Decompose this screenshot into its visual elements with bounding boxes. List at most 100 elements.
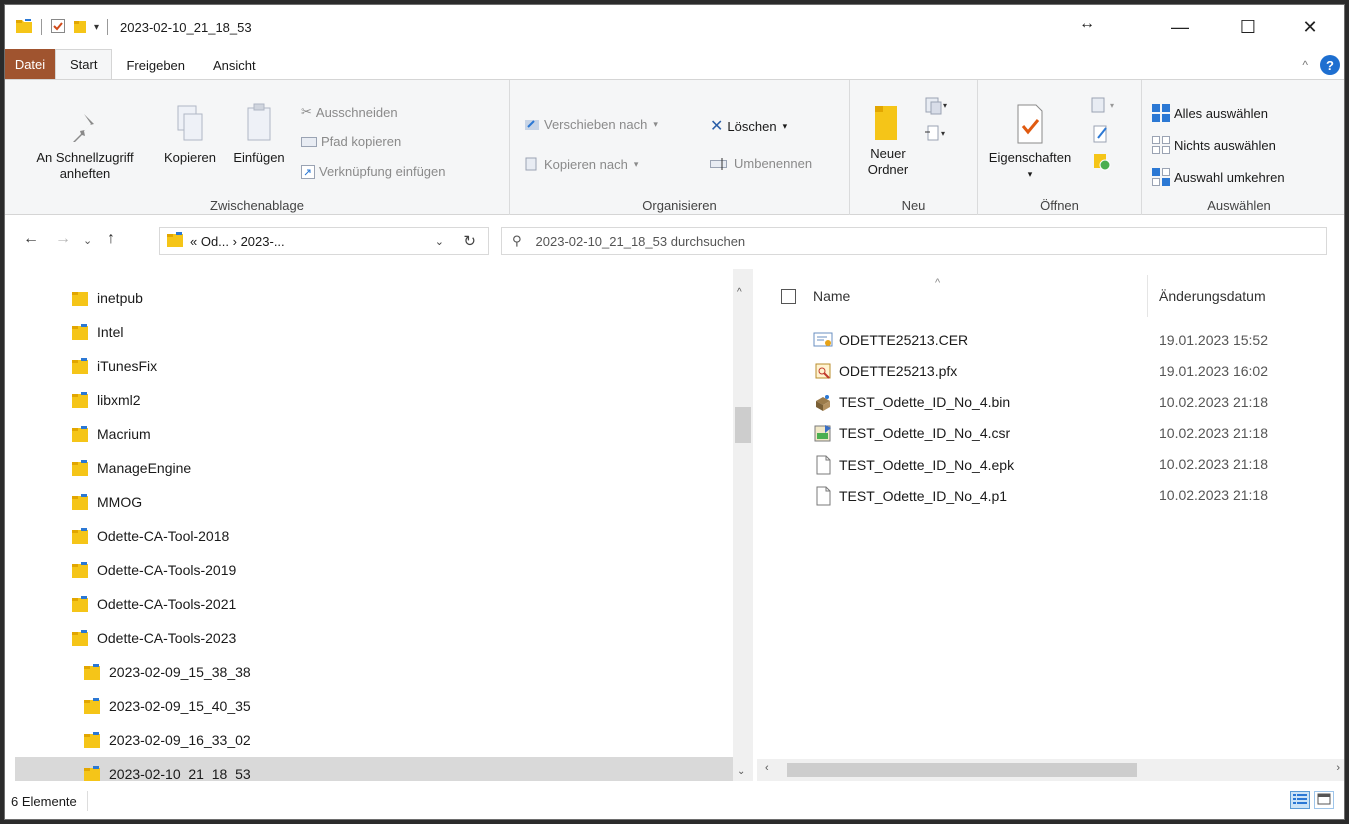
scrollbar-thumb[interactable] bbox=[787, 763, 1137, 777]
folder-icon bbox=[71, 493, 89, 511]
tree-item[interactable]: Odette-CA-Tools-2021 bbox=[71, 587, 236, 621]
properties-quick-icon[interactable] bbox=[50, 18, 66, 37]
forward-arrow-icon[interactable]: → bbox=[55, 230, 71, 248]
scissors-icon: ✂ bbox=[301, 104, 312, 119]
tab-share[interactable]: Freigeben bbox=[112, 51, 199, 79]
file-row[interactable]: TEST_Odette_ID_No_4.csr 10.02.2023 21:18 bbox=[757, 418, 1344, 449]
tree-item[interactable]: Odette-CA-Tools-2019 bbox=[71, 553, 236, 587]
tree-item-selected[interactable]: 2023-02-10_21_18_53 bbox=[15, 757, 733, 781]
scroll-right-icon[interactable]: › bbox=[1336, 762, 1340, 774]
back-arrow-icon[interactable]: ← bbox=[23, 230, 39, 248]
file-row[interactable]: ODETTE25213.pfx 19.01.2023 16:02 bbox=[757, 356, 1344, 387]
customize-toolbar-icon[interactable]: ▾ bbox=[94, 22, 99, 33]
address-bar[interactable]: « Od... › 2023-... ⌄ ↻ bbox=[159, 227, 489, 255]
easy-access-icon[interactable]: ▾ bbox=[924, 124, 948, 147]
column-divider[interactable] bbox=[1147, 275, 1148, 317]
copy-to-button[interactable]: Kopieren nach ▾ bbox=[524, 156, 638, 172]
refresh-icon[interactable]: ↻ bbox=[463, 232, 476, 250]
address-dropdown-icon[interactable]: ⌄ bbox=[435, 235, 444, 248]
new-item-icon[interactable]: ▾ bbox=[924, 96, 948, 119]
invert-selection-button[interactable]: Auswahl umkehren bbox=[1152, 168, 1285, 186]
search-input[interactable]: 2023-02-10_21_18_53 durchsuchen bbox=[536, 234, 746, 249]
tree-item[interactable]: inetpub bbox=[71, 281, 143, 315]
select-all-checkbox[interactable] bbox=[781, 289, 796, 304]
delete-button[interactable]: ✕ Löschen ▾ bbox=[710, 116, 787, 136]
details-view-icon bbox=[1293, 793, 1307, 808]
open-icon[interactable]: ▾ bbox=[1090, 96, 1120, 119]
tree-item[interactable]: MMOG bbox=[71, 485, 142, 519]
select-all-icon bbox=[1152, 104, 1170, 122]
tree-item[interactable]: Odette-CA-Tools-2023 bbox=[71, 621, 236, 655]
file-row[interactable]: ODETTE25213.CER 19.01.2023 15:52 bbox=[757, 325, 1344, 356]
bin-icon bbox=[813, 393, 833, 411]
recent-locations-icon[interactable]: ⌄ bbox=[83, 234, 92, 247]
file-row[interactable]: TEST_Odette_ID_No_4.bin 10.02.2023 21:18 bbox=[757, 387, 1344, 418]
paste-button[interactable]: Einfügen bbox=[223, 102, 295, 166]
file-icon bbox=[813, 486, 833, 506]
folder-icon bbox=[83, 765, 101, 781]
select-none-icon bbox=[1152, 136, 1170, 154]
collapse-ribbon-icon[interactable]: ^ bbox=[1302, 58, 1308, 72]
folder-icon bbox=[83, 663, 101, 681]
rename-button[interactable]: Umbenennen bbox=[710, 156, 812, 171]
rename-icon bbox=[710, 157, 730, 170]
navigation-pane-scrollbar[interactable]: ^ ⌄ bbox=[733, 269, 753, 781]
close-button[interactable]: ✕ bbox=[1287, 5, 1333, 49]
status-bar: 6 Elemente bbox=[5, 783, 1344, 819]
pin-quick-access-button[interactable]: An Schnellzugriff anheften bbox=[15, 110, 155, 182]
cut-button[interactable]: ✂ Ausschneiden bbox=[301, 104, 398, 120]
tab-file[interactable]: Datei bbox=[5, 49, 55, 79]
tree-item[interactable]: 2023-02-09_15_38_38 bbox=[83, 655, 251, 689]
copy-icon bbox=[155, 102, 225, 150]
move-to-button[interactable]: Verschieben nach ▾ bbox=[524, 116, 658, 132]
folder-icon bbox=[71, 357, 89, 375]
tree-item[interactable]: Intel bbox=[71, 315, 123, 349]
scroll-left-icon[interactable]: ‹ bbox=[765, 762, 769, 774]
properties-button[interactable]: Eigenschaften ▾ bbox=[984, 102, 1076, 182]
file-list-horizontal-scrollbar[interactable]: ‹ › bbox=[757, 759, 1344, 781]
scroll-down-icon[interactable]: ⌄ bbox=[737, 766, 745, 777]
tree-item[interactable]: ManageEngine bbox=[71, 451, 191, 485]
column-header-date[interactable]: Änderungsdatum bbox=[1159, 281, 1266, 311]
new-folder-quick-icon[interactable] bbox=[72, 18, 88, 37]
certificate-icon bbox=[813, 331, 833, 349]
copy-button[interactable]: Kopieren bbox=[155, 102, 225, 166]
copy-path-button[interactable]: Pfad kopieren bbox=[301, 134, 401, 149]
select-all-button[interactable]: Alles auswählen bbox=[1152, 104, 1268, 122]
search-box[interactable]: ⚲ 2023-02-10_21_18_53 durchsuchen bbox=[501, 227, 1327, 255]
scroll-up-icon[interactable]: ^ bbox=[737, 287, 742, 298]
svg-text:▾: ▾ bbox=[943, 101, 947, 110]
scrollbar-thumb[interactable] bbox=[735, 407, 751, 443]
new-folder-button[interactable]: Neuer Ordner bbox=[858, 102, 918, 178]
tree-item[interactable]: 2023-02-09_16_33_02 bbox=[83, 723, 251, 757]
history-icon[interactable] bbox=[1092, 152, 1112, 175]
new-group: Neuer Ordner ▾ ▾ Neu bbox=[850, 80, 978, 215]
path-icon bbox=[301, 136, 317, 147]
file-list: ^ Name Änderungsdatum ODETTE25213.CER 19… bbox=[757, 269, 1344, 759]
svg-text:▾: ▾ bbox=[941, 129, 945, 138]
select-none-button[interactable]: Nichts auswählen bbox=[1152, 136, 1276, 154]
tab-view[interactable]: Ansicht bbox=[199, 51, 270, 79]
tree-item[interactable]: iTunesFix bbox=[71, 349, 157, 383]
up-arrow-icon[interactable]: ↑ bbox=[107, 230, 115, 248]
tree-item[interactable]: 2023-02-09_15_40_35 bbox=[83, 689, 251, 723]
organize-group-label: Organisieren bbox=[642, 198, 717, 213]
large-icons-view-icon bbox=[1317, 793, 1331, 808]
tree-item[interactable]: libxml2 bbox=[71, 383, 141, 417]
large-icons-view-button[interactable] bbox=[1314, 791, 1334, 809]
maximize-button[interactable]: ☐ bbox=[1225, 5, 1271, 49]
folder-icon bbox=[71, 391, 89, 409]
help-icon[interactable]: ? bbox=[1320, 55, 1340, 75]
column-header-name[interactable]: Name bbox=[813, 281, 850, 311]
file-row[interactable]: TEST_Odette_ID_No_4.p1 10.02.2023 21:18 bbox=[757, 480, 1344, 511]
edit-icon[interactable] bbox=[1092, 124, 1112, 147]
breadcrumb[interactable]: « Od... › 2023-... bbox=[190, 234, 285, 249]
properties-icon bbox=[984, 102, 1076, 150]
file-row[interactable]: TEST_Odette_ID_No_4.epk 10.02.2023 21:18 bbox=[757, 449, 1344, 480]
details-view-button[interactable] bbox=[1290, 791, 1310, 809]
tree-item[interactable]: Macrium bbox=[71, 417, 151, 451]
tab-start[interactable]: Start bbox=[55, 49, 113, 79]
paste-shortcut-button[interactable]: Verknüpfung einfügen bbox=[301, 164, 446, 179]
minimize-button[interactable]: — bbox=[1157, 5, 1203, 49]
tree-item[interactable]: Odette-CA-Tool-2018 bbox=[71, 519, 229, 553]
